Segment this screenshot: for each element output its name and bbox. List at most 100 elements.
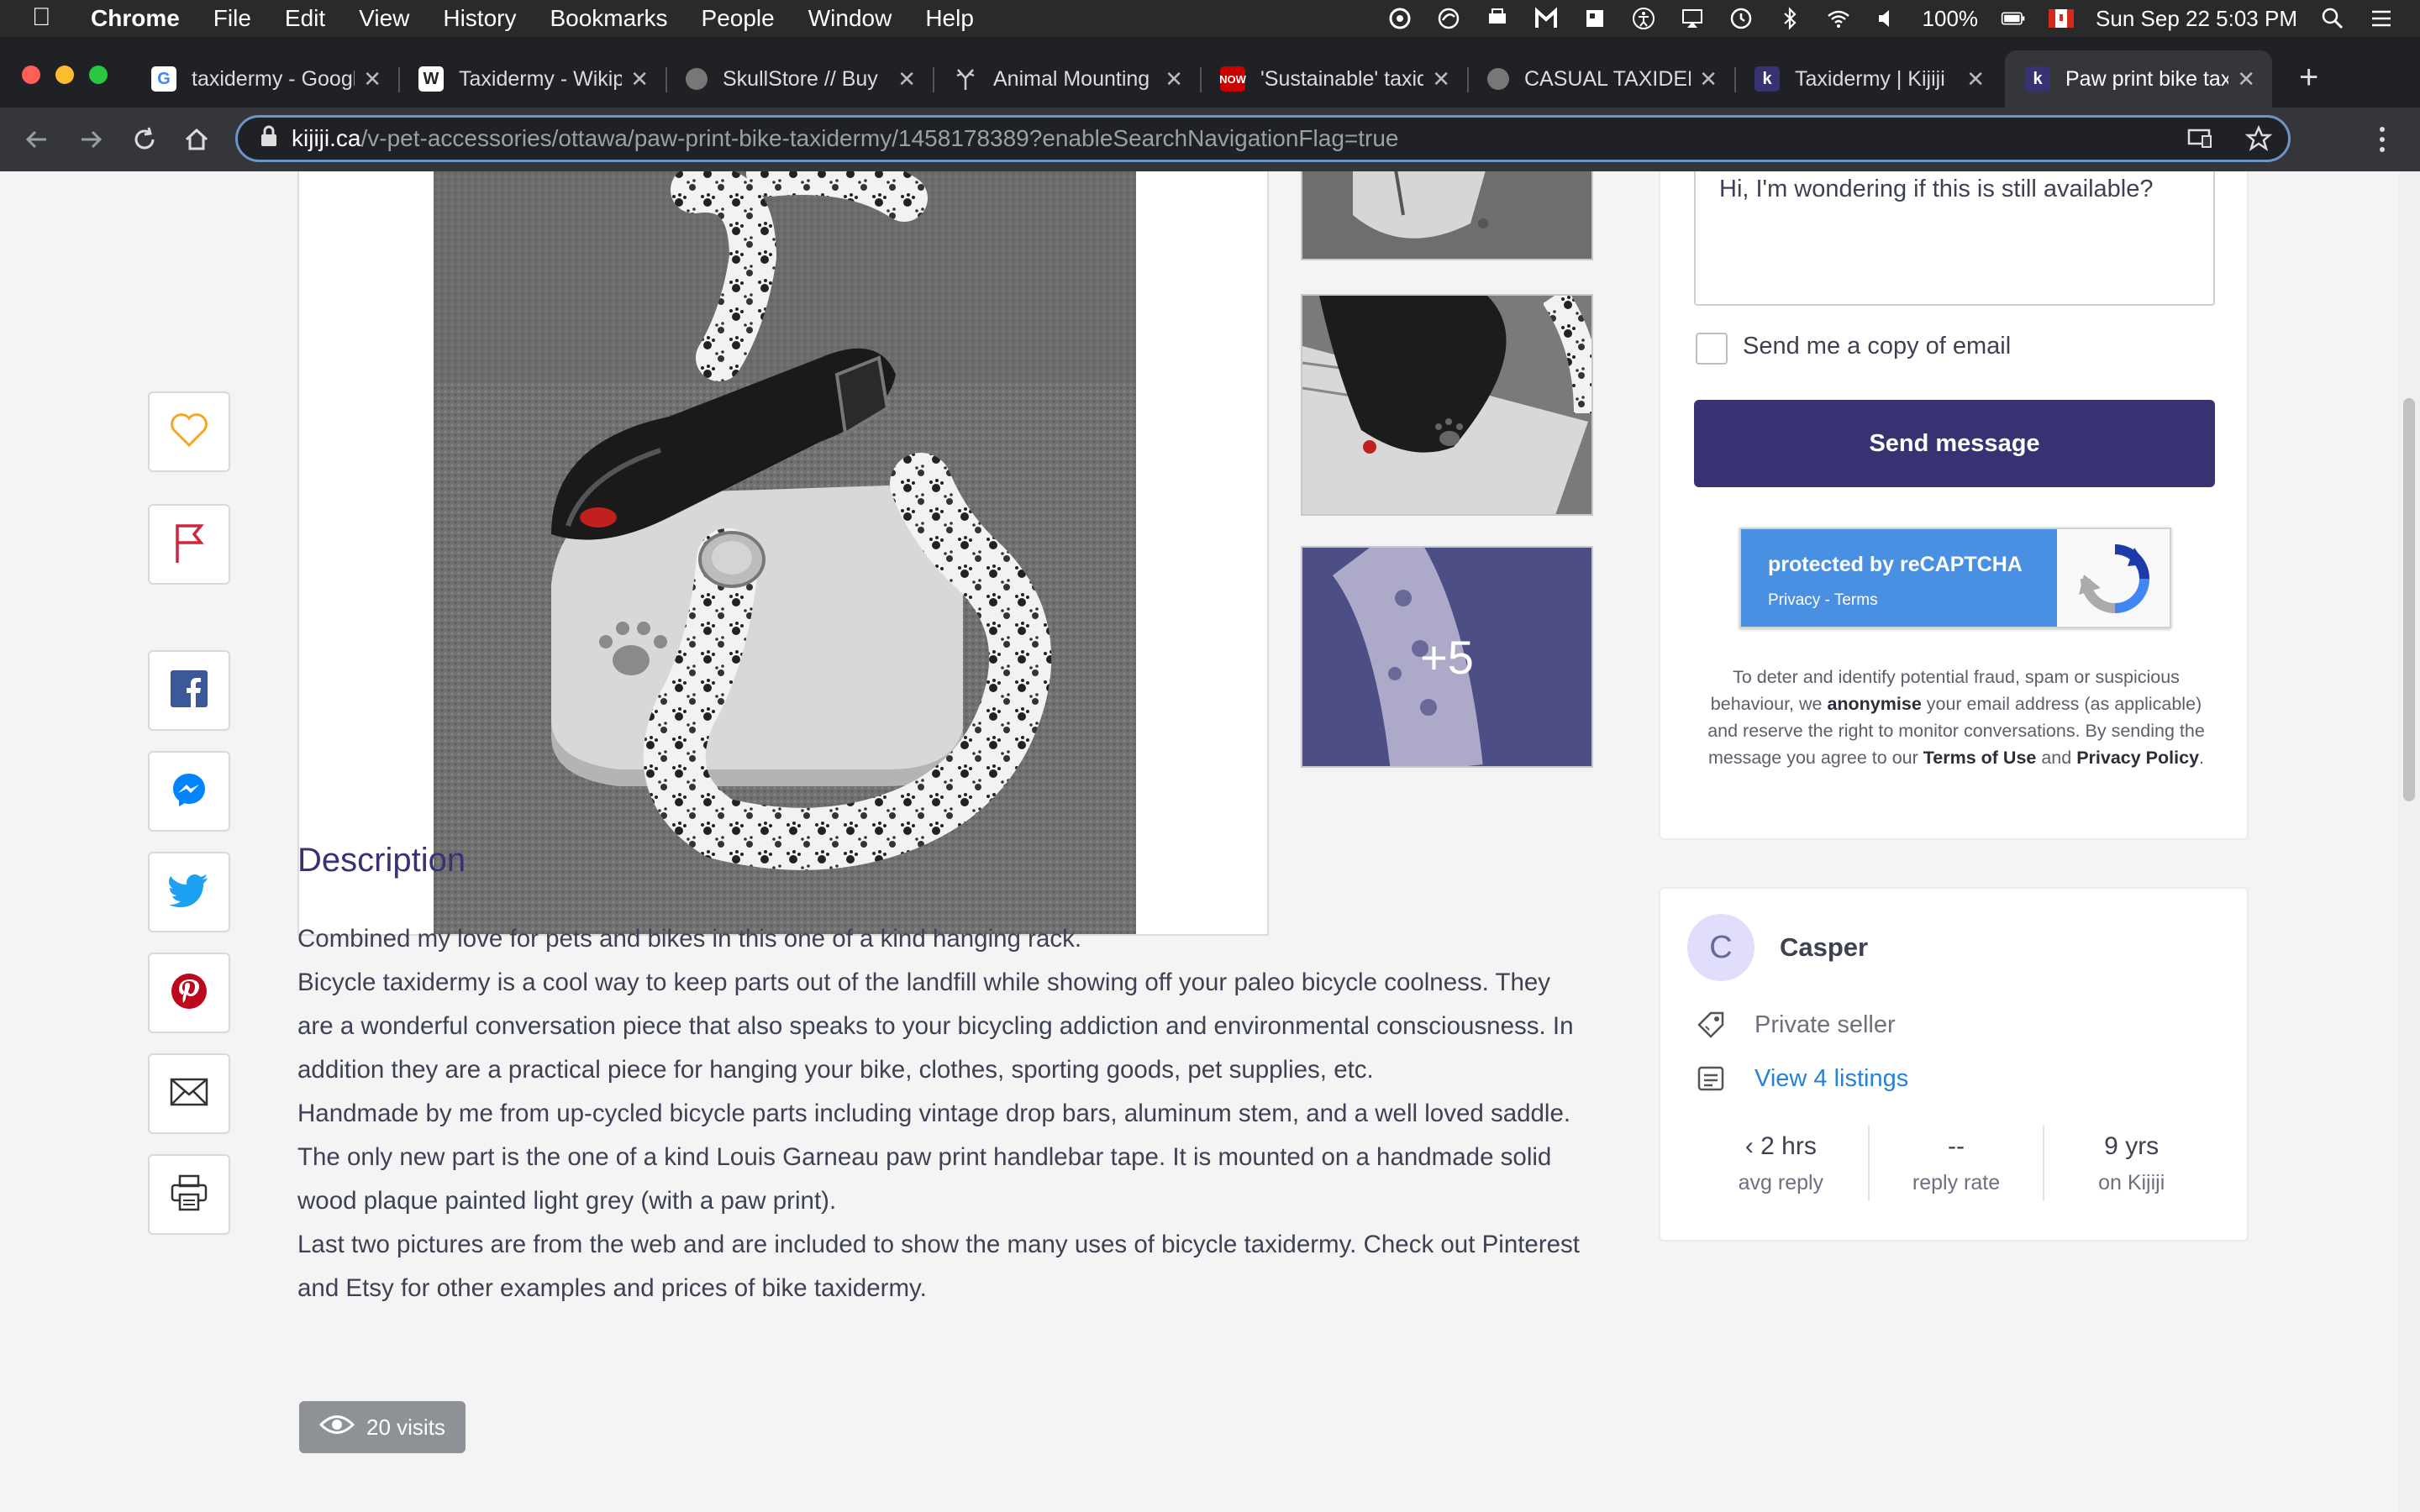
home-icon[interactable] bbox=[180, 123, 213, 156]
close-icon[interactable]: ✕ bbox=[1165, 66, 1183, 92]
menu-people[interactable]: People bbox=[702, 5, 775, 32]
close-icon[interactable]: ✕ bbox=[1699, 66, 1718, 92]
creative-cloud-icon[interactable] bbox=[1386, 6, 1413, 31]
scrollbar-thumb[interactable] bbox=[2403, 398, 2415, 801]
menu-file[interactable]: File bbox=[213, 5, 251, 32]
view-listings-link[interactable]: View 4 listings bbox=[1754, 1065, 1908, 1093]
gallery-thumbnail[interactable] bbox=[1301, 171, 1593, 260]
canada-flag-icon[interactable] bbox=[2049, 9, 2075, 28]
gallery-thumbnail[interactable] bbox=[1301, 294, 1593, 516]
seller-avatar[interactable]: C bbox=[1687, 914, 1754, 981]
lock-icon[interactable] bbox=[260, 125, 278, 153]
accessibility-icon[interactable] bbox=[1630, 6, 1657, 31]
tag-icon bbox=[1694, 1008, 1728, 1042]
airplay-icon[interactable] bbox=[1679, 6, 1706, 31]
tab-wikipedia[interactable]: W Taxidermy - Wikipedia ✕ bbox=[398, 50, 666, 108]
reply-to-ad-card: Hi, I'm wondering if this is still avail… bbox=[1659, 171, 2249, 840]
spotlight-search-icon[interactable] bbox=[2319, 6, 2346, 31]
disclaimer-text: . bbox=[2199, 748, 2205, 768]
tab-sustainable[interactable]: NOW 'Sustainable' taxidermy ✕ bbox=[1200, 50, 1467, 108]
description-paragraph: Handmade by me from up-cycled bicycle pa… bbox=[297, 1100, 1571, 1215]
address-bar[interactable]: kijiji.ca/v-pet-accessories/ottawa/paw-p… bbox=[235, 115, 2291, 162]
close-icon[interactable]: ✕ bbox=[363, 66, 381, 92]
copy-email-checkbox[interactable] bbox=[1696, 333, 1728, 365]
bluetooth-icon[interactable] bbox=[1776, 6, 1803, 31]
volume-icon[interactable] bbox=[1874, 6, 1901, 31]
wifi-icon[interactable] bbox=[1825, 6, 1852, 31]
menu-app[interactable]: Chrome bbox=[91, 5, 180, 32]
close-icon[interactable]: ✕ bbox=[630, 66, 649, 92]
recaptcha-badge[interactable]: protected by reCAPTCHA Privacy - Terms bbox=[1739, 528, 2171, 628]
share-twitter-button[interactable] bbox=[148, 852, 230, 932]
more-photos-count: +5 bbox=[1420, 630, 1474, 684]
seller-card: C Casper Private seller View 4 listings … bbox=[1659, 887, 2249, 1242]
menu-history[interactable]: History bbox=[443, 5, 516, 32]
clock[interactable]: Sun Sep 22 5:03 PM bbox=[2096, 6, 2297, 32]
menu-help[interactable]: Help bbox=[925, 5, 974, 32]
favourite-button[interactable] bbox=[148, 391, 230, 472]
malwarebytes-icon[interactable] bbox=[1533, 6, 1560, 31]
seller-stats: ‹ 2 hrs avg reply -- reply rate 9 yrs on… bbox=[1694, 1126, 2218, 1201]
gallery-more-thumbnail[interactable]: +5 bbox=[1301, 546, 1593, 768]
reload-icon[interactable] bbox=[128, 123, 161, 156]
menu-window[interactable]: Window bbox=[808, 5, 892, 32]
close-icon[interactable]: ✕ bbox=[897, 66, 916, 92]
printer-status-icon[interactable] bbox=[1484, 6, 1511, 31]
print-button[interactable] bbox=[148, 1154, 230, 1235]
tab-animal-mounting[interactable]: Animal Mounting ✕ bbox=[933, 50, 1200, 108]
copy-email-label[interactable]: Send me a copy of email bbox=[1743, 333, 2011, 360]
back-icon[interactable] bbox=[20, 123, 54, 156]
seller-name[interactable]: Casper bbox=[1780, 932, 1868, 963]
tab-skullstore[interactable]: SkullStore // Buy ✕ bbox=[666, 50, 933, 108]
share-pinterest-button[interactable] bbox=[148, 953, 230, 1033]
description-body: Combined my love for pets and bikes in t… bbox=[297, 917, 1591, 1310]
tab-title: SkullStore // Buy bbox=[723, 66, 878, 91]
share-messenger-button[interactable] bbox=[148, 751, 230, 832]
menu-edit[interactable]: Edit bbox=[285, 5, 325, 32]
minimize-window-button[interactable] bbox=[55, 66, 74, 84]
app-status-icon[interactable] bbox=[1581, 6, 1608, 31]
share-facebook-button[interactable] bbox=[148, 650, 230, 731]
privacy-policy-link[interactable]: Privacy Policy bbox=[2076, 748, 2199, 768]
bookmark-star-icon[interactable] bbox=[2244, 124, 2273, 159]
notification-center-icon[interactable] bbox=[2368, 6, 2395, 31]
tab-title: Paw print bike taxidermy bbox=[2065, 66, 2229, 91]
page-scrollbar[interactable] bbox=[2398, 171, 2420, 1512]
close-icon[interactable]: ✕ bbox=[1966, 66, 1985, 92]
description-heading: Description bbox=[297, 842, 466, 879]
forward-icon[interactable] bbox=[74, 123, 108, 156]
share-email-button[interactable] bbox=[148, 1053, 230, 1134]
tab-casual-taxidermy[interactable]: CASUAL TAXIDERMY ✕ bbox=[1467, 50, 1734, 108]
printer-icon bbox=[170, 1174, 208, 1215]
zoom-window-button[interactable] bbox=[89, 66, 108, 84]
recaptcha-protected-by: protected by bbox=[1768, 553, 1900, 576]
report-button[interactable] bbox=[148, 504, 230, 585]
battery-icon[interactable] bbox=[2000, 6, 2027, 31]
stat-value: -- bbox=[1948, 1132, 1965, 1160]
send-message-button[interactable]: Send message bbox=[1694, 400, 2215, 487]
apple-menu-icon[interactable]:  bbox=[32, 3, 51, 32]
recaptcha-terms-link[interactable]: Terms bbox=[1834, 591, 1878, 609]
tab-google[interactable]: G taxidermy - Google ✕ bbox=[131, 50, 398, 108]
main-listing-photo[interactable] bbox=[297, 171, 1269, 936]
tab-kijiji-taxidermy[interactable]: k Taxidermy | Kijiji ✕ bbox=[1734, 50, 2002, 108]
time-machine-icon[interactable] bbox=[1728, 6, 1754, 31]
message-textarea[interactable]: Hi, I'm wondering if this is still avail… bbox=[1694, 171, 2215, 306]
menu-bookmarks[interactable]: Bookmarks bbox=[550, 5, 667, 32]
close-window-button[interactable] bbox=[22, 66, 40, 84]
browser-tab-strip: G taxidermy - Google ✕ W Taxidermy - Wik… bbox=[0, 37, 2420, 108]
chrome-menu-icon[interactable] bbox=[2376, 124, 2388, 159]
thumbnail-photo bbox=[1302, 171, 1591, 259]
macos-menubar:  Chrome File Edit View History Bookmark… bbox=[0, 0, 2420, 37]
google-icon: G bbox=[151, 66, 176, 92]
menu-view[interactable]: View bbox=[359, 5, 409, 32]
cast-icon[interactable] bbox=[2186, 124, 2214, 159]
recaptcha-privacy-link[interactable]: Privacy bbox=[1768, 591, 1820, 609]
close-icon[interactable]: ✕ bbox=[1432, 66, 1450, 92]
tab-paw-print[interactable]: k Paw print bike taxidermy ✕ bbox=[2005, 50, 2272, 108]
sync-icon[interactable] bbox=[1435, 6, 1462, 31]
close-icon[interactable]: ✕ bbox=[2237, 66, 2255, 92]
new-tab-icon[interactable]: + bbox=[2299, 59, 2318, 97]
seller-listings-row[interactable]: View 4 listings bbox=[1694, 1062, 1908, 1095]
terms-of-use-link[interactable]: Terms of Use bbox=[1923, 748, 2037, 768]
